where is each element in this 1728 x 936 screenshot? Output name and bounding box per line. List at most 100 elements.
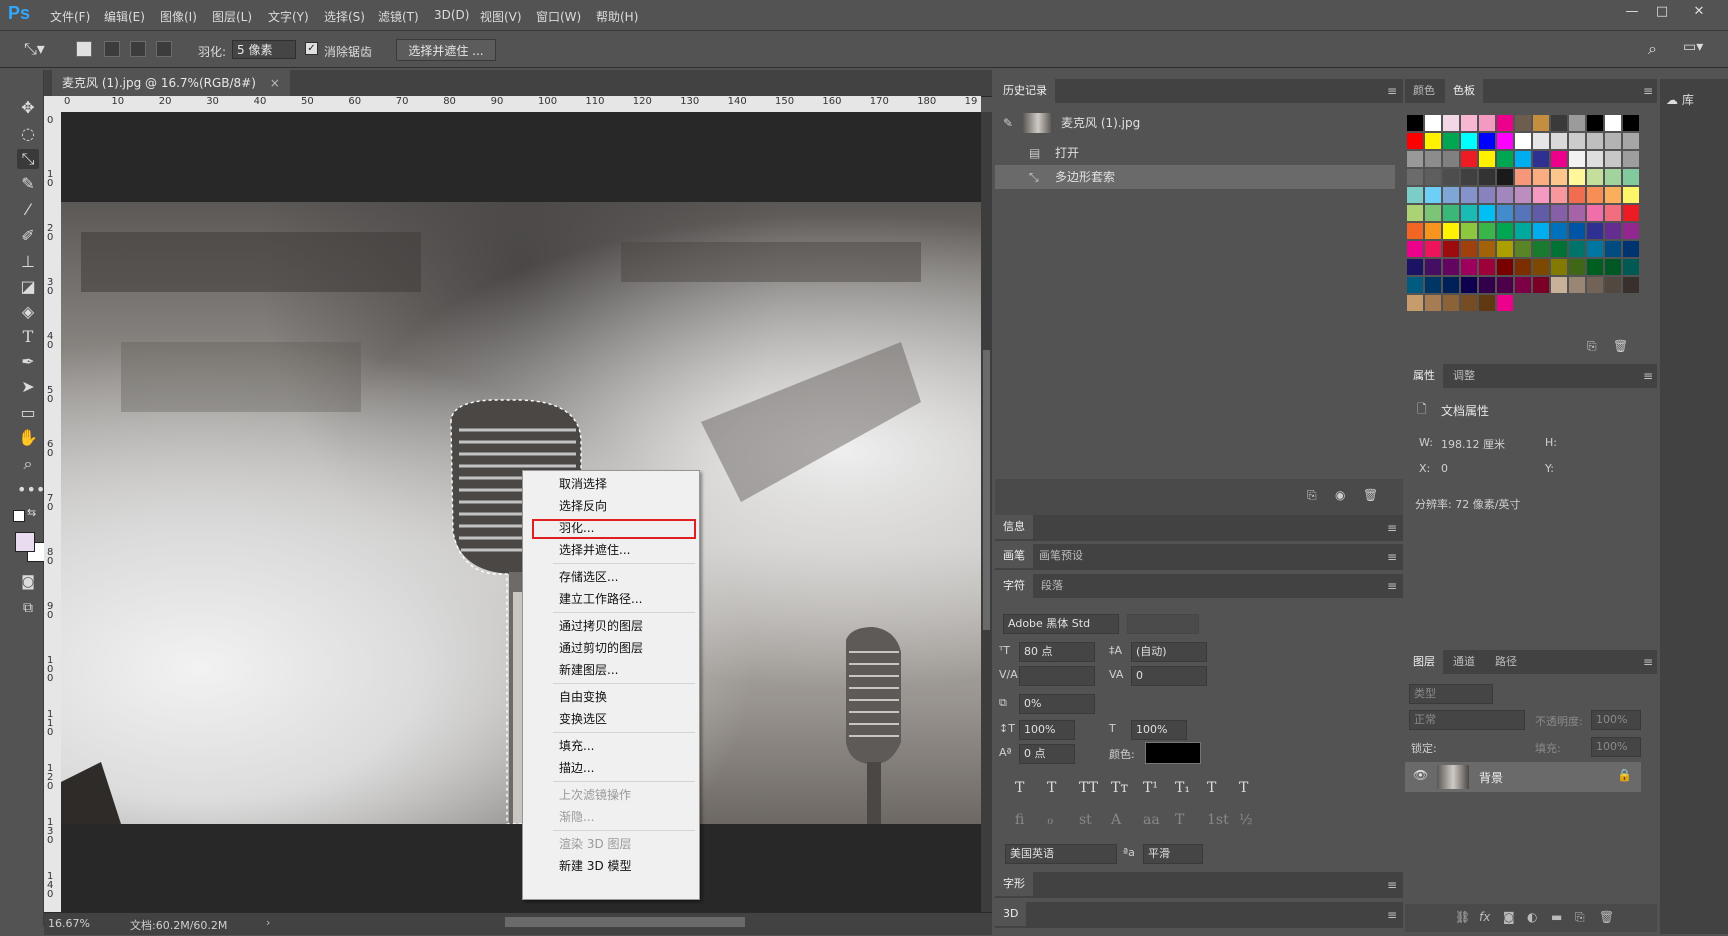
type-style-button[interactable]: T¹: [1143, 780, 1158, 796]
context-menu-item[interactable]: 选择并遮住...: [523, 539, 699, 561]
new-document-from-state-icon[interactable]: ⎘: [1307, 488, 1317, 503]
context-menu-item[interactable]: 填充...: [523, 735, 699, 757]
color-swatch[interactable]: [1443, 169, 1459, 185]
color-swatch[interactable]: [1425, 295, 1441, 311]
color-swatch[interactable]: [1515, 259, 1531, 275]
color-swatch[interactable]: [1425, 205, 1441, 221]
context-menu-item[interactable]: 新建 3D 模型: [523, 855, 699, 877]
type-style-button[interactable]: T: [1047, 780, 1056, 796]
color-swatch[interactable]: [1497, 187, 1513, 203]
search-icon[interactable]: ⌕: [1648, 39, 1657, 59]
more-tools-icon[interactable]: •••: [17, 480, 45, 500]
new-swatch-icon[interactable]: ⎘: [1587, 339, 1597, 354]
color-swatch[interactable]: [1605, 133, 1621, 149]
color-swatch[interactable]: [1515, 223, 1531, 239]
polygonal-lasso-tool-icon[interactable]: ⤡: [17, 149, 39, 169]
x-value[interactable]: 0: [1441, 462, 1448, 475]
color-swatch[interactable]: [1407, 187, 1423, 203]
quick-mask-icon[interactable]: ◙: [17, 572, 39, 592]
color-swatch[interactable]: [1425, 223, 1441, 239]
panel-menu-icon[interactable]: ≡: [1641, 370, 1655, 382]
color-swatch[interactable]: [1461, 115, 1477, 131]
blend-mode-select[interactable]: 正常: [1409, 710, 1525, 730]
menu-item[interactable]: 视图(V): [480, 8, 522, 25]
swap-colors-icon[interactable]: ⇆: [27, 506, 36, 519]
color-swatch[interactable]: [1479, 169, 1495, 185]
feather-input[interactable]: 5 像素: [232, 40, 296, 59]
color-swatch[interactable]: [1533, 115, 1549, 131]
elliptical-marquee-tool-icon[interactable]: ◌: [17, 124, 39, 144]
color-swatch[interactable]: [1425, 169, 1441, 185]
rectangle-tool-icon[interactable]: ▭: [17, 403, 39, 423]
color-swatch[interactable]: [1515, 115, 1531, 131]
color-swatch[interactable]: [1569, 259, 1585, 275]
color-swatch[interactable]: [1479, 241, 1495, 257]
color-swatch[interactable]: [1497, 115, 1513, 131]
color-swatch[interactable]: [1551, 169, 1567, 185]
gradient-tool-icon[interactable]: ◈: [17, 302, 39, 322]
color-swatch[interactable]: [1407, 295, 1423, 311]
color-swatch[interactable]: [1461, 295, 1477, 311]
panel-menu-icon[interactable]: ≡: [1385, 85, 1399, 97]
microphone-photo[interactable]: [61, 202, 981, 824]
antialias-method-select[interactable]: 平滑: [1143, 844, 1203, 864]
new-snapshot-icon[interactable]: ◉: [1335, 488, 1345, 502]
color-swatch[interactable]: [1551, 277, 1567, 293]
panel-menu-icon[interactable]: ≡: [1641, 656, 1655, 668]
color-swatch[interactable]: [1425, 241, 1441, 257]
status-arrow-icon[interactable]: ›: [266, 916, 270, 929]
eyedropper-tool-icon[interactable]: ⁄: [17, 200, 39, 220]
document-tab[interactable]: 麦克风 (1).jpg @ 16.7%(RGB/8#) ×: [52, 70, 290, 96]
layer-name[interactable]: 背景: [1479, 769, 1503, 786]
color-swatch[interactable]: [1605, 151, 1621, 167]
tsume-input[interactable]: 0%: [1019, 694, 1095, 714]
color-swatch[interactable]: [1533, 151, 1549, 167]
zoom-tool-icon[interactable]: ⌕: [17, 454, 39, 474]
opentype-feature-button[interactable]: st: [1079, 812, 1092, 828]
color-swatch[interactable]: [1515, 205, 1531, 221]
context-menu-item[interactable]: 建立工作路径...: [523, 588, 699, 610]
color-swatch[interactable]: [1623, 259, 1639, 275]
menu-item[interactable]: 文件(F): [50, 8, 90, 25]
vertical-scale-input[interactable]: 100%: [1019, 720, 1075, 740]
maximize-button[interactable]: □: [1648, 2, 1676, 22]
color-swatch[interactable]: [1479, 205, 1495, 221]
context-menu-item[interactable]: 描边...: [523, 757, 699, 779]
color-swatch[interactable]: [1587, 241, 1603, 257]
color-swatch[interactable]: [1515, 151, 1531, 167]
color-swatch[interactable]: [1569, 241, 1585, 257]
subtract-selection-mode-button[interactable]: [130, 41, 146, 57]
color-swatch[interactable]: [1443, 295, 1459, 311]
color-swatch[interactable]: [1515, 241, 1531, 257]
tab-brush[interactable]: 画笔: [995, 544, 1033, 568]
color-swatch[interactable]: [1407, 277, 1423, 293]
tab-swatches[interactable]: 色板: [1445, 79, 1483, 103]
color-swatch[interactable]: [1623, 169, 1639, 185]
color-swatch[interactable]: [1533, 259, 1549, 275]
color-swatch[interactable]: [1443, 205, 1459, 221]
tab-3d[interactable]: 3D: [995, 902, 1027, 926]
color-swatch[interactable]: [1569, 115, 1585, 131]
color-swatch[interactable]: [1443, 241, 1459, 257]
font-style-select[interactable]: [1127, 614, 1199, 634]
color-swatch[interactable]: [1605, 259, 1621, 275]
type-style-button[interactable]: T₁: [1175, 780, 1190, 796]
context-menu-item[interactable]: 通过拷贝的图层: [523, 615, 699, 637]
color-swatch[interactable]: [1443, 223, 1459, 239]
font-family-select[interactable]: Adobe 黑体 Std: [1003, 614, 1119, 634]
quick-selection-tool-icon[interactable]: ✎: [17, 174, 39, 194]
color-swatch[interactable]: [1479, 133, 1495, 149]
color-swatch[interactable]: [1569, 187, 1585, 203]
color-swatch[interactable]: [1533, 223, 1549, 239]
tab-history[interactable]: 历史记录: [995, 79, 1055, 103]
menu-item[interactable]: 图像(I): [160, 8, 197, 25]
color-swatch[interactable]: [1443, 115, 1459, 131]
color-swatch[interactable]: [1407, 241, 1423, 257]
close-window-button[interactable]: ✕: [1685, 2, 1713, 22]
color-swatch[interactable]: [1497, 151, 1513, 167]
new-group-icon[interactable]: ▬: [1551, 910, 1562, 924]
visibility-eye-icon[interactable]: 👁: [1413, 768, 1428, 782]
panel-menu-icon[interactable]: ≡: [1385, 522, 1399, 534]
type-style-button[interactable]: Tт: [1111, 780, 1128, 796]
screen-mode-icon[interactable]: ⧉: [17, 598, 39, 618]
